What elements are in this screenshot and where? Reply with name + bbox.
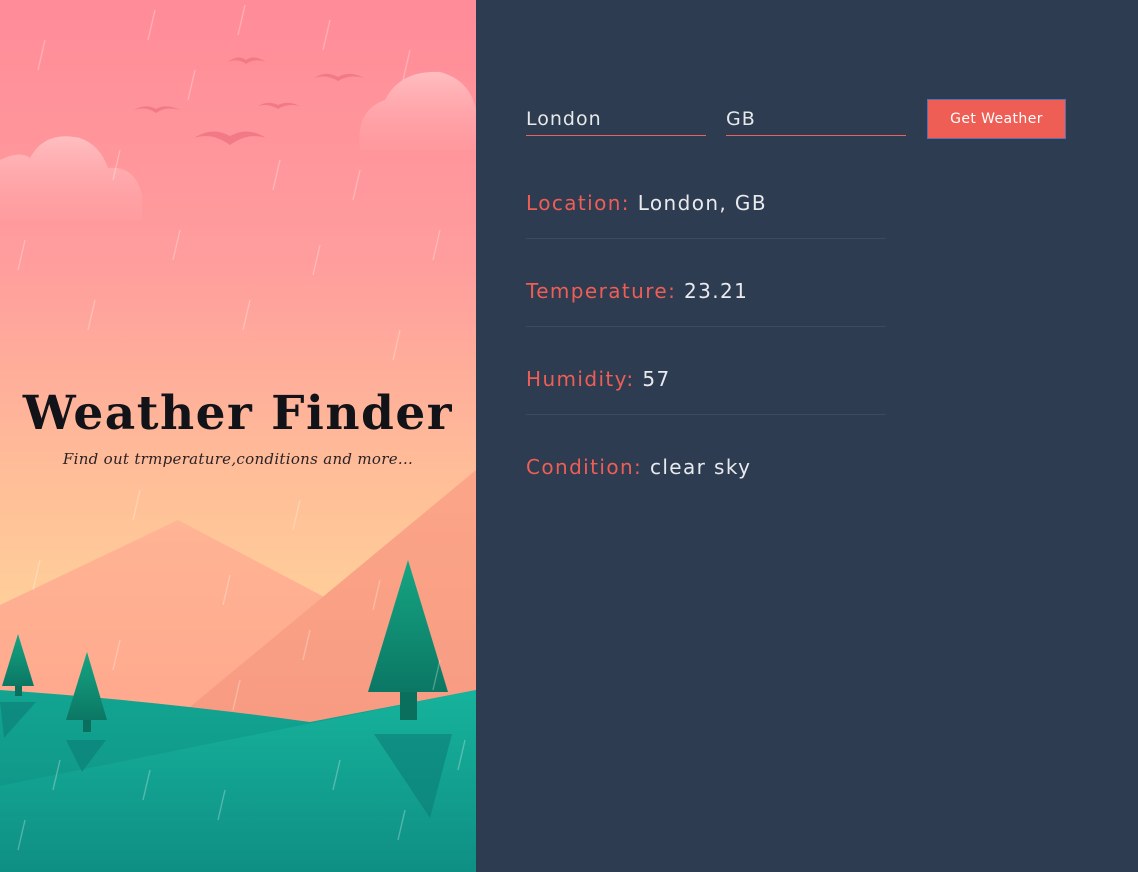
get-weather-button[interactable]: Get Weather (927, 99, 1066, 139)
result-value: clear sky (649, 455, 752, 479)
result-value: London, GB (637, 191, 767, 215)
result-temperature: Temperature: 23.21 (526, 239, 886, 327)
app-subtitle: Find out trmperature,conditions and more… (62, 450, 414, 468)
result-label: Humidity: (526, 367, 635, 391)
result-humidity: Humidity: 57 (526, 327, 886, 415)
result-label: Temperature: (526, 279, 677, 303)
result-value: 23.21 (684, 279, 749, 303)
app-title: Weather Finder (22, 386, 454, 441)
weather-panel: Get Weather Location: London, GB Tempera… (476, 0, 1138, 872)
city-input[interactable] (526, 102, 706, 136)
result-label: Location: (526, 191, 630, 215)
title-block: Weather Finder Find out trmperature,cond… (0, 384, 476, 468)
result-value: 57 (642, 367, 671, 391)
result-label: Condition: (526, 455, 643, 479)
result-location: Location: London, GB (526, 151, 886, 239)
country-input[interactable] (726, 102, 906, 136)
illustration-panel: Weather Finder Find out trmperature,cond… (0, 0, 476, 872)
result-condition: Condition: clear sky (526, 415, 886, 503)
